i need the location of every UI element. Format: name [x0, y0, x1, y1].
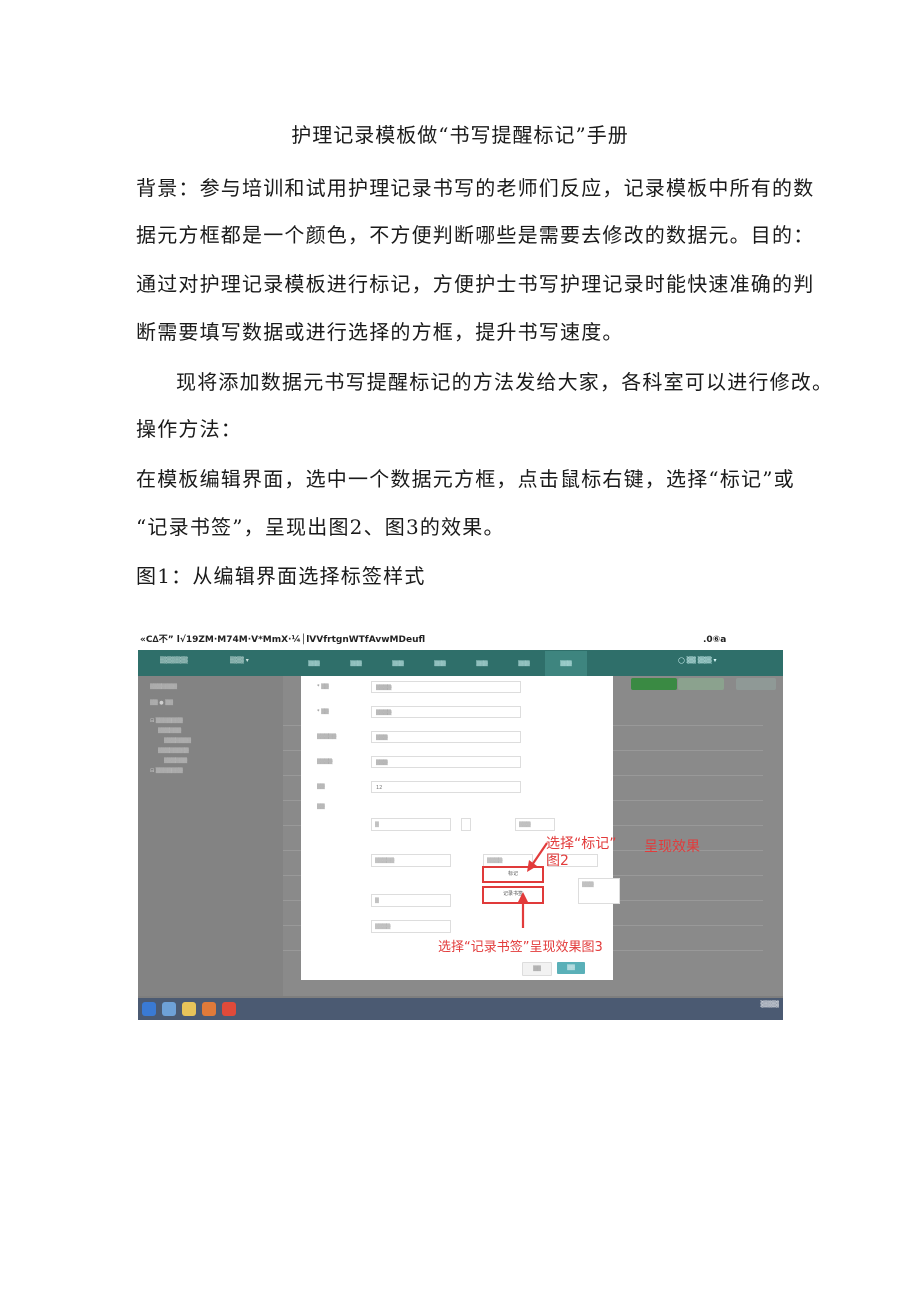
screenshot-figure: «C∆不” l√19ZM·M74M·V*MmX·¼│lVVfrtgnWTfAvw…	[138, 630, 783, 1020]
paragraph-line: 据元方框都是一个颜色，不方便判断哪些是需要去修改的数据元。目的：	[136, 223, 815, 247]
annotation-mark-effect: 呈现效果	[644, 839, 700, 855]
paragraph-line: “记录书签”，呈现出图2、图3的效果。	[136, 515, 505, 539]
paragraph-line: 通过对护理记录模板进行标记，方便护士书写护理记录时能快速准确的判	[136, 272, 815, 296]
arrow-mark	[531, 842, 548, 866]
folder-icon	[182, 1002, 196, 1016]
section-heading: 操作方法：	[136, 417, 242, 441]
ie-icon	[162, 1002, 176, 1016]
figure-caption: 图1：从编辑界面选择标签样式	[136, 564, 426, 588]
paragraph-line: 现将添加数据元书写提醒标记的方法发给大家，各科室可以进行修改。	[176, 370, 834, 394]
paragraph-line: 背景：参与培训和试用护理记录书写的老师们反应，记录模板中所有的数	[136, 176, 815, 200]
paragraph-line: 在模板编辑界面，选中一个数据元方框，点击鼠标右键，选择“标记”或	[136, 467, 795, 491]
media-icon	[202, 1002, 216, 1016]
document-title: 护理记录模板做“书写提醒标记”手册	[291, 123, 629, 147]
chrome-icon	[222, 1002, 236, 1016]
windows-taskbar: ▒▒▒▒	[138, 998, 783, 1020]
annotation-bookmark: 选择“记录书签”呈现效果图3	[438, 940, 603, 955]
annotation-mark-figure: 图2	[546, 853, 569, 869]
paragraph-line: 断需要填写数据或进行选择的方框，提升书写速度。	[136, 320, 624, 344]
start-icon	[142, 1002, 156, 1016]
arrow-bookmark-head	[518, 892, 528, 902]
annotation-arrows	[518, 842, 548, 928]
clock: ▒▒▒▒	[760, 1001, 779, 1008]
